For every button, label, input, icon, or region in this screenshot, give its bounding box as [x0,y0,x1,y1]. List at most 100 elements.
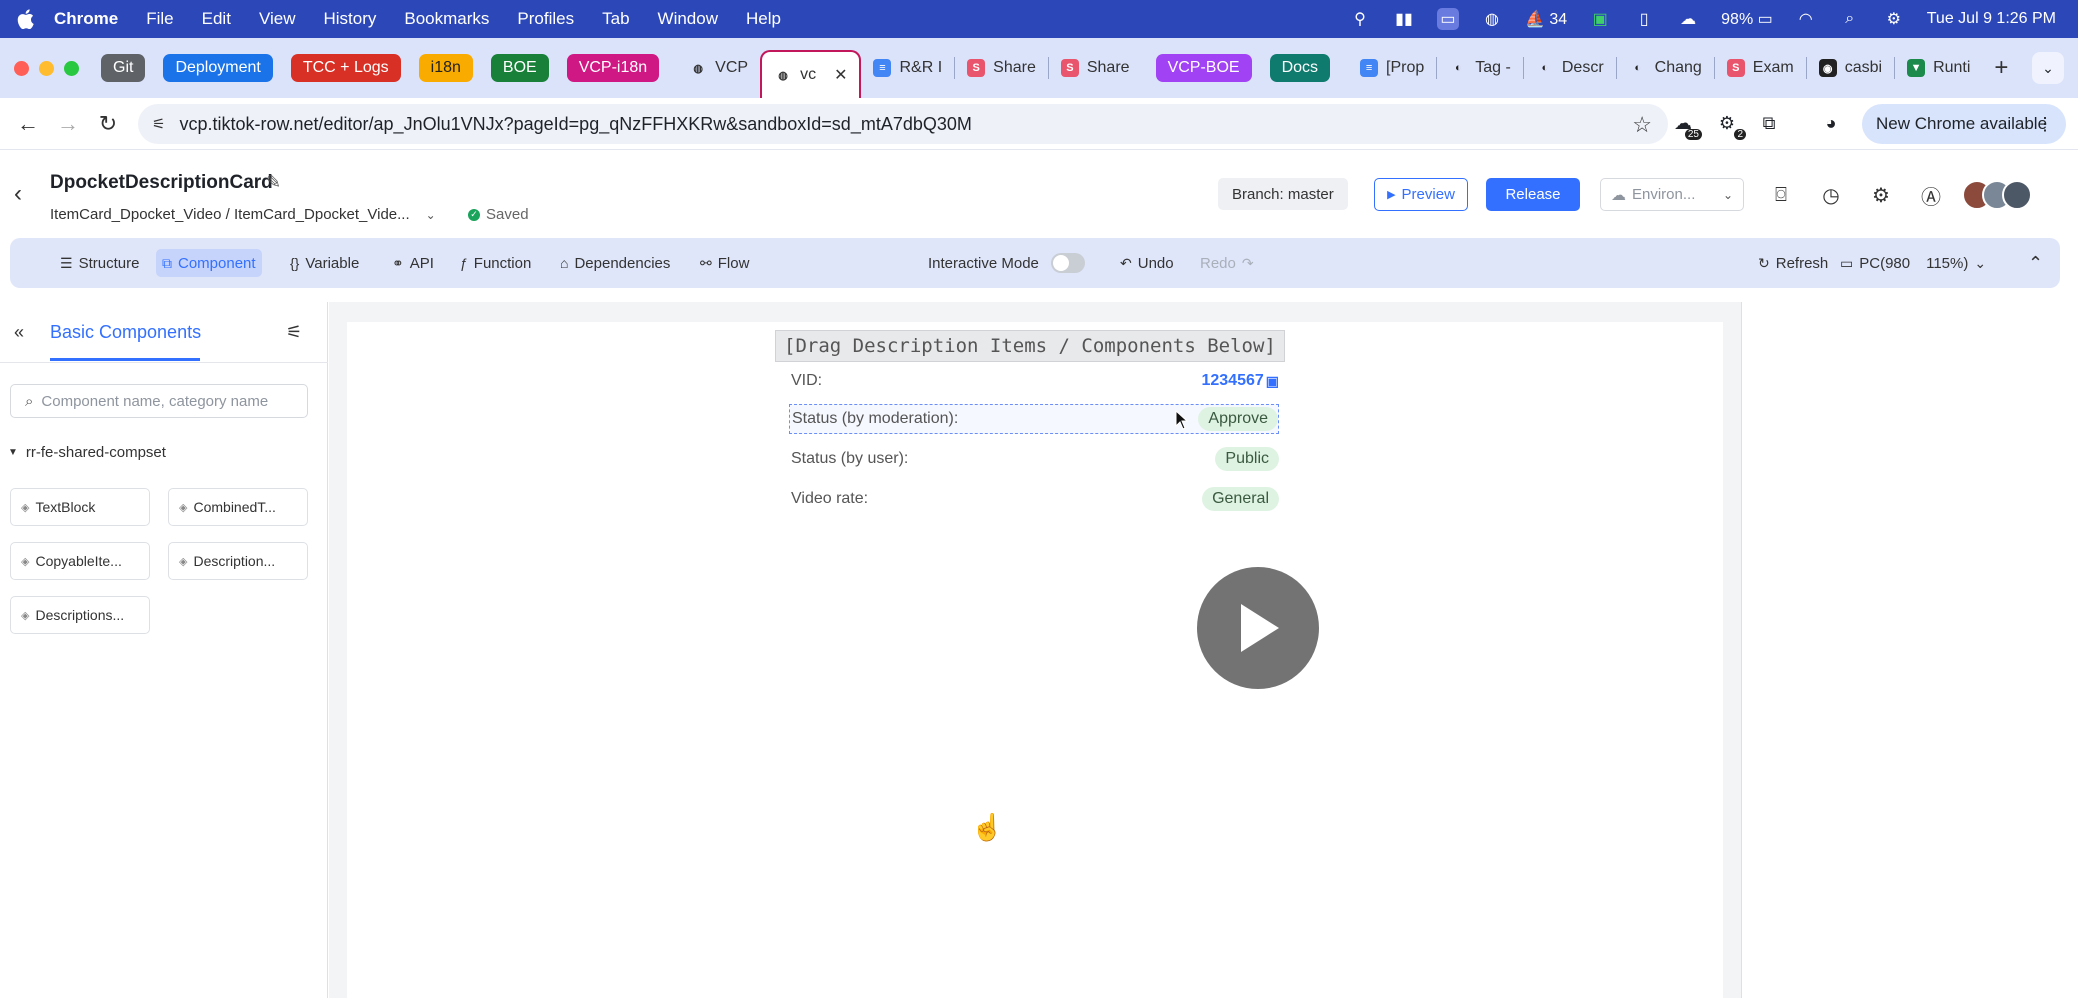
tab-runtime[interactable]: ▼ Runti [1895,46,1982,90]
tab-group-docs[interactable]: Docs [1269,54,1331,82]
filter-settings-icon[interactable]: ⚟ [286,322,302,343]
tab-group-vcp-boe[interactable]: VCP-BOE [1155,54,1252,82]
preview-button[interactable]: ▶ Preview [1374,178,1468,211]
new-chrome-available-button[interactable]: New Chrome available ⋮ [1862,104,2066,144]
audio-icon[interactable]: ▮▮ [1393,8,1415,30]
spotlight-search-icon[interactable]: ⌕ [1839,8,1861,30]
breadcrumb[interactable]: ItemCard_Dpocket_Video / ItemCard_Dpocke… [50,206,436,223]
menu-file[interactable]: File [146,9,173,29]
branch-selector[interactable]: Branch: master [1218,178,1348,210]
description-row-video-rate[interactable]: Video rate: General [789,484,1279,514]
back-icon[interactable]: ← [8,104,48,144]
vid-value[interactable]: 1234567 ▣ [1201,372,1279,390]
tab-group-git[interactable]: Git [101,54,146,82]
video-play-button[interactable] [1197,567,1319,689]
ai-assistant-icon[interactable]: Ⓐ [1918,182,1944,209]
apple-icon[interactable] [14,8,36,30]
component-card-combined[interactable]: ◈ CombinedT... [168,488,308,526]
tab-component[interactable]: ⧉ Component [156,249,262,277]
tab-structure[interactable]: ☰ Structure [54,249,145,277]
close-tab-icon[interactable]: ✕ [834,65,847,85]
menu-edit[interactable]: Edit [202,9,231,29]
description-row-vid[interactable]: VID: 1234567 ▣ [789,366,1279,396]
interactive-mode-toggle[interactable] [1050,253,1085,273]
extensions-puzzle-icon[interactable]: ⧉ [1754,108,1784,138]
component-search-field[interactable]: ⌕ [10,384,308,418]
close-window-button[interactable] [14,60,29,76]
forward-icon[interactable]: → [48,104,88,144]
cloud-icon[interactable]: ☁ [1677,8,1699,30]
extension-icon[interactable]: ⚙ 2 [1712,108,1746,140]
screen-share-icon[interactable]: ▭ [1436,8,1459,30]
tab-group-boe[interactable]: BOE [490,54,549,82]
description-row-moderation-status[interactable]: Status (by moderation): Approve [789,404,1279,434]
tab-descr[interactable]: ◐ Descr [1524,46,1616,90]
bookmark-star-icon[interactable]: ☆ [1632,112,1652,138]
tab-prop[interactable]: ≡ [Prop [1348,46,1436,90]
refresh-button[interactable]: ↻ Refresh [1752,249,1834,277]
history-icon[interactable]: ◷ [1818,182,1844,208]
component-card-copyable[interactable]: ◈ CopyableIte... [10,542,150,580]
settings-gear-icon[interactable]: ⚙ [1868,182,1894,208]
zoom-window-button[interactable] [64,60,79,76]
clipboard-icon[interactable]: ▯ [1633,8,1655,30]
back-arrow-icon[interactable]: ‹ [14,180,22,208]
panel-tab-basic-components[interactable]: Basic Components [50,322,201,343]
address-bar[interactable]: ⚟ vcp.tiktok-row.net/editor/ap_JnOlu1VNJ… [138,104,1668,144]
editor-canvas[interactable]: [Drag Description Items / Components Bel… [347,322,1723,998]
minimize-window-button[interactable] [39,60,54,76]
menu-bookmarks[interactable]: Bookmarks [404,9,489,29]
release-button[interactable]: Release [1486,178,1580,211]
tab-search-chevron-icon[interactable]: ⌄ [2032,52,2064,84]
menu-app-chrome[interactable]: Chrome [54,9,118,29]
avatar[interactable] [2002,180,2032,210]
tab-share-1[interactable]: S Share [955,46,1048,90]
extension-icon[interactable]: ☁ 25 [1668,108,1702,140]
menu-window[interactable]: Window [658,9,718,29]
reload-icon[interactable]: ↻ [88,104,128,144]
tab-api[interactable]: ⚭ API [386,249,440,277]
component-card-textblock[interactable]: ◈ TextBlock [10,488,150,526]
tab-group-deployment[interactable]: Deployment [163,54,273,82]
device-zoom-select[interactable]: ▭ PC(980 115%) ⌄ [1834,249,1992,277]
copy-icon[interactable]: ▣ [1266,373,1279,390]
tab-group-vcp-i18n[interactable]: VCP-i18n [566,54,660,82]
wifi-icon[interactable]: ◠ [1795,8,1817,30]
tab-group-tcc-logs[interactable]: TCC + Logs [290,54,401,82]
menu-view[interactable]: View [259,9,296,29]
component-card-description[interactable]: ◈ Description... [168,542,308,580]
tab-active-vc[interactable]: ◍ vc ✕ [760,50,862,98]
chat-icon[interactable]: ◍ [1481,8,1503,30]
tab-function[interactable]: ƒ Function [454,249,537,277]
screenshot-camera-icon[interactable]: ⌼ [1768,182,1794,208]
tab-vcp[interactable]: ◍ VCP [677,46,760,90]
profile-avatar-icon[interactable]: ◕ [1816,108,1846,138]
menubar-clock[interactable]: Tue Jul 9 1:26 PM [1927,10,2056,28]
collapse-panel-icon[interactable]: « [14,322,24,343]
redo-button[interactable]: Redo ↷ [1194,249,1260,277]
component-group-header[interactable]: ▼ rr-fe-shared-compset [8,444,166,461]
tab-dependencies[interactable]: ⌂ Dependencies [554,249,676,277]
tab-tag[interactable]: ◐ Tag - [1437,46,1523,90]
tab-group-i18n[interactable]: i18n [418,54,473,82]
tab-chang[interactable]: ◐ Chang [1617,46,1714,90]
new-tab-button[interactable]: + [1994,54,2008,82]
drop-zone-label[interactable]: [Drag Description Items / Components Bel… [775,330,1285,362]
satellite-icon[interactable]: ⚲ [1349,8,1371,30]
component-card-descriptions[interactable]: ◈ Descriptions... [10,596,150,634]
collapse-toolbar-chevron-up-icon[interactable]: ⌃ [2022,249,2049,277]
status-count[interactable]: ⛵ 34 [1525,9,1567,29]
control-center-icon[interactable]: ⚙ [1883,8,1905,30]
menu-help[interactable]: Help [746,9,781,29]
menu-profiles[interactable]: Profiles [517,9,574,29]
edit-pencil-icon[interactable]: ✎ [266,172,281,193]
tab-rr[interactable]: ≡ R&R I [861,46,954,90]
more-menu-icon[interactable]: ⋮ [2036,114,2054,135]
green-app-icon[interactable]: ▣ [1589,8,1611,30]
tab-share-2[interactable]: S Share [1049,46,1142,90]
component-search-input[interactable] [41,392,282,410]
menu-tab[interactable]: Tab [602,9,629,29]
environment-select[interactable]: ☁ Environ... ⌄ [1600,178,1744,211]
chevron-down-icon[interactable]: ⌄ [426,208,436,222]
tab-flow[interactable]: ⚯ Flow [694,249,755,277]
